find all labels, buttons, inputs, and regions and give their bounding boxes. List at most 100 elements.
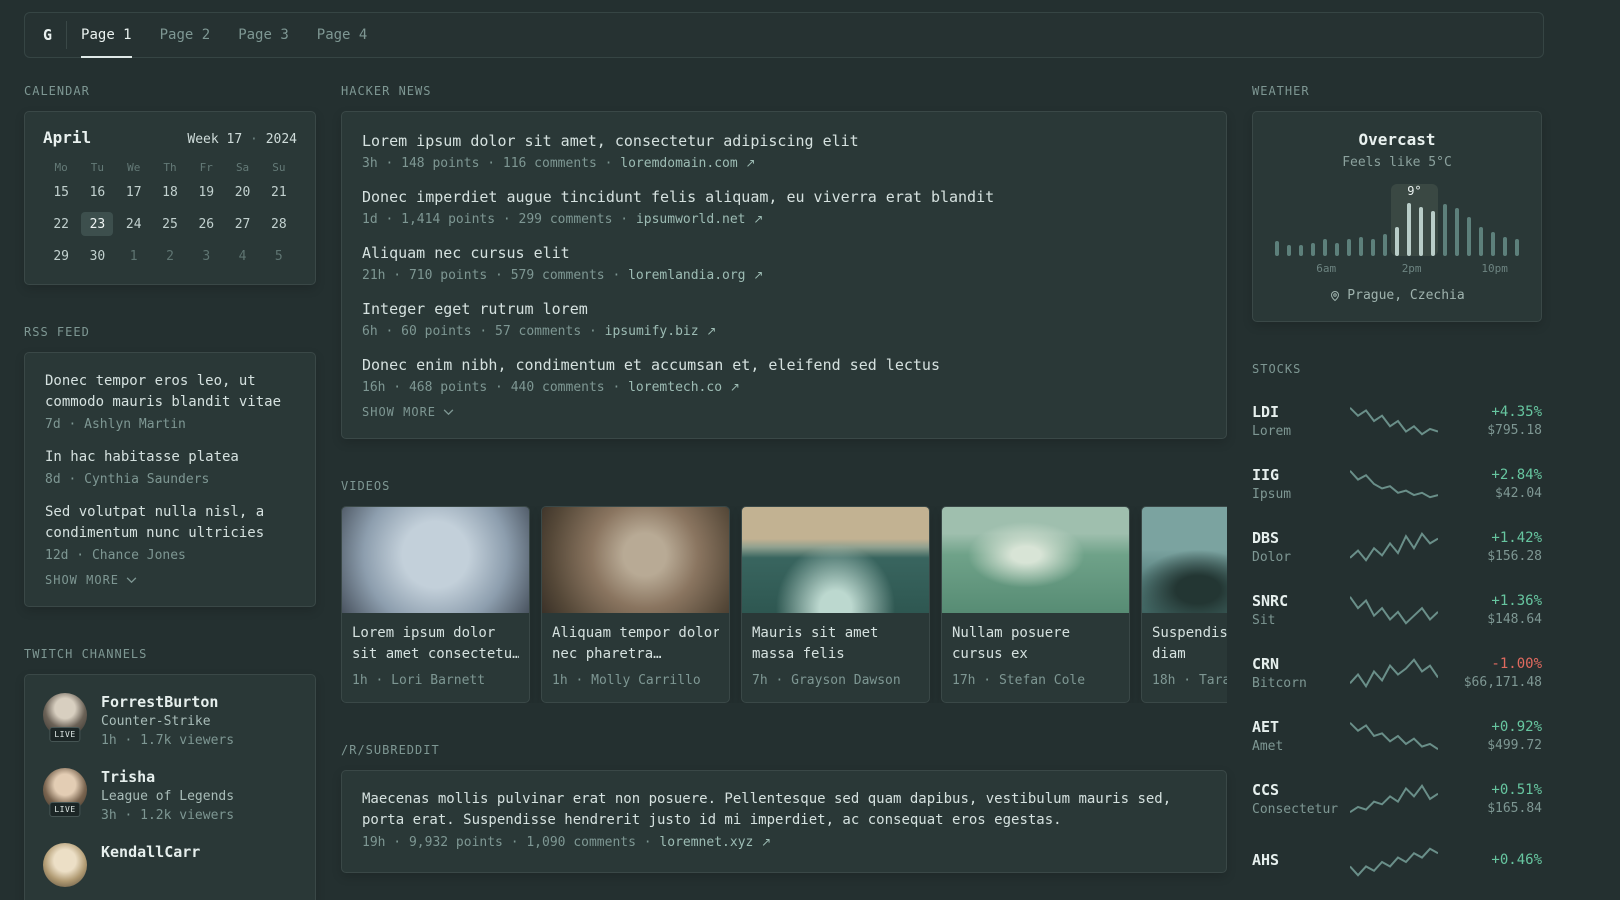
- hn-item[interactable]: Integer eget rutrum lorem 6h · 60 points…: [362, 298, 1206, 339]
- video-title[interactable]: Mauris sit amet massa felis: [742, 613, 929, 665]
- weather-peak-temp: 9°: [1407, 184, 1422, 198]
- stock-row[interactable]: LDI Lorem +4.35% $795.18: [1252, 389, 1542, 452]
- rss-item[interactable]: In hac habitasse platea 8d · Cynthia Sau…: [45, 447, 295, 487]
- hn-item-link[interactable]: ipsumworld.net ↗: [636, 212, 763, 227]
- hn-item-link[interactable]: loremdomain.com ↗: [620, 156, 755, 171]
- hn-item-title[interactable]: Integer eget rutrum lorem: [362, 298, 1206, 320]
- twitch-channel-category[interactable]: Counter-Strike: [101, 714, 234, 729]
- video-title[interactable]: Suspendissediam: [1142, 613, 1227, 665]
- stock-symbol[interactable]: IIG: [1252, 466, 1350, 484]
- avatar[interactable]: LIVE: [43, 768, 87, 817]
- stock-row[interactable]: IIG Ipsum +2.84% $42.04: [1252, 452, 1542, 515]
- weather-card: Overcast Feels like 5°C 9° 6am 2pm 10pm: [1252, 111, 1542, 322]
- calendar-day: 21: [271, 184, 287, 200]
- subreddit-post-title[interactable]: Maecenas mollis pulvinar erat non posuer…: [362, 789, 1206, 831]
- stock-symbol[interactable]: DBS: [1252, 529, 1350, 547]
- twitch-channel-meta: 1h · 1.7k viewers: [101, 733, 235, 748]
- stock-row[interactable]: SNRC Sit +1.36% $148.64: [1252, 578, 1542, 641]
- weather-bar: [1407, 203, 1411, 256]
- calendar-day: 30: [89, 248, 106, 264]
- stock-symbol[interactable]: CRN: [1252, 655, 1350, 673]
- weather-axis-label: 6am: [1316, 262, 1337, 275]
- hn-item-link[interactable]: loremtech.co ↗: [628, 380, 740, 395]
- video-card[interactable]: Aliquam tempor dolor nec pharetra… 1h · M…: [541, 506, 730, 703]
- avatar[interactable]: [43, 843, 87, 887]
- tab-page-1[interactable]: Page 1: [81, 13, 132, 58]
- videos-scroller[interactable]: Lorem ipsum dolor sit amet consectetu… 1h…: [341, 506, 1227, 703]
- subreddit-post-link[interactable]: loremnet.xyz ↗: [659, 835, 771, 850]
- video-title[interactable]: Lorem ipsum dolor sit amet consectetu…: [342, 613, 529, 665]
- video-thumbnail[interactable]: [942, 507, 1129, 613]
- hn-item[interactable]: Aliquam nec cursus elit 21h · 710 points…: [362, 242, 1206, 283]
- twitch-card: LIVE ForrestBurton Counter-Strike 1h · 1…: [24, 674, 316, 900]
- twitch-channel-name[interactable]: KendallCarr: [101, 843, 200, 861]
- rss-item-title[interactable]: Sed volutpat nulla nisl, a condimentum n…: [45, 502, 295, 544]
- hn-item-link[interactable]: ipsumify.biz ↗: [605, 324, 717, 339]
- video-thumbnail[interactable]: [542, 507, 729, 613]
- twitch-channel-name[interactable]: ForrestBurton: [101, 693, 234, 711]
- stock-row[interactable]: CCS Consectetur +0.51% $165.84: [1252, 767, 1542, 830]
- stock-symbol[interactable]: AET: [1252, 718, 1350, 736]
- hn-item[interactable]: Donec enim nibh, condimentum et accumsan…: [362, 354, 1206, 395]
- hn-show-more-button[interactable]: SHOW MORE: [362, 405, 454, 419]
- video-thumbnail[interactable]: [342, 507, 529, 613]
- calendar-day: 28: [271, 216, 287, 232]
- twitch-channel[interactable]: LIVE Trisha League of Legends 3h · 1.2k …: [43, 768, 297, 823]
- rss-item[interactable]: Donec tempor eros leo, ut commodo mauris…: [45, 371, 295, 432]
- hn-item[interactable]: Lorem ipsum dolor sit amet, consectetur …: [362, 130, 1206, 171]
- video-thumbnail[interactable]: [1142, 507, 1227, 613]
- rss-item-title[interactable]: Donec tempor eros leo, ut commodo mauris…: [45, 371, 295, 413]
- app-logo[interactable]: G: [39, 13, 66, 57]
- weather-bar: [1371, 239, 1375, 256]
- rss-item-title[interactable]: In hac habitasse platea: [45, 447, 295, 468]
- twitch-channel-info: ForrestBurton Counter-Strike 1h · 1.7k v…: [101, 693, 234, 748]
- stock-name: Bitcorn: [1252, 675, 1307, 691]
- hn-item-title[interactable]: Aliquam nec cursus elit: [362, 242, 1206, 264]
- stock-row[interactable]: AHS +0.46%: [1252, 830, 1542, 893]
- hn-item-link[interactable]: loremlandia.org ↗: [628, 268, 763, 283]
- stock-symbol[interactable]: CCS: [1252, 781, 1350, 799]
- subreddit-post[interactable]: Maecenas mollis pulvinar erat non posuer…: [362, 789, 1206, 850]
- twitch-channel[interactable]: LIVE ForrestBurton Counter-Strike 1h · 1…: [43, 693, 297, 748]
- tab-page-2[interactable]: Page 2: [160, 13, 211, 58]
- chevron-down-icon: [126, 576, 137, 583]
- tab-page-3[interactable]: Page 3: [238, 13, 289, 58]
- tab-page-4[interactable]: Page 4: [317, 13, 368, 58]
- weather-bar: [1443, 204, 1447, 256]
- video-card[interactable]: Suspendissediam 18h · Tara: [1141, 506, 1227, 703]
- twitch-channel-name[interactable]: Trisha: [101, 768, 234, 786]
- hn-item-title[interactable]: Donec enim nibh, condimentum et accumsan…: [362, 354, 1206, 376]
- video-meta: 7h · Grayson Dawson: [752, 673, 901, 688]
- calendar-month: April: [43, 128, 92, 147]
- stock-symbol[interactable]: LDI: [1252, 403, 1350, 421]
- rss-item[interactable]: Sed volutpat nulla nisl, a condimentum n…: [45, 502, 295, 563]
- video-title[interactable]: Nullam posuere cursus ex: [942, 613, 1129, 665]
- rss-show-more-button[interactable]: SHOW MORE: [45, 573, 137, 587]
- stock-symbol[interactable]: SNRC: [1252, 592, 1350, 610]
- twitch-channel-info: KendallCarr: [101, 843, 200, 887]
- weather-axis: 6am 2pm 10pm: [1275, 262, 1519, 276]
- weather-bar: [1515, 239, 1519, 256]
- avatar[interactable]: LIVE: [43, 693, 87, 742]
- external-link-icon: ↗: [745, 156, 756, 170]
- calendar-week-year: Week 17 · 2024: [187, 132, 297, 147]
- hn-item-title[interactable]: Donec imperdiet augue tincidunt felis al…: [362, 186, 1206, 208]
- stock-row[interactable]: AET Amet +0.92% $499.72: [1252, 704, 1542, 767]
- stock-row[interactable]: CRN Bitcorn -1.00% $66,171.48: [1252, 641, 1542, 704]
- stock-name: Dolor: [1252, 549, 1292, 565]
- twitch-channel[interactable]: KendallCarr: [43, 843, 297, 887]
- hn-item-title[interactable]: Lorem ipsum dolor sit amet, consectetur …: [362, 130, 1206, 152]
- video-card[interactable]: Lorem ipsum dolor sit amet consectetu… 1h…: [341, 506, 530, 703]
- stock-symbol[interactable]: AHS: [1252, 851, 1350, 869]
- hn-item-meta: 1d · 1,414 points · 299 comments · ipsum…: [362, 212, 764, 227]
- hn-item[interactable]: Donec imperdiet augue tincidunt felis al…: [362, 186, 1206, 227]
- calendar-day: 18: [162, 184, 178, 200]
- video-card[interactable]: Nullam posuere cursus ex 17h · Stefan Col…: [941, 506, 1130, 703]
- stock-row[interactable]: DBS Dolor +1.42% $156.28: [1252, 515, 1542, 578]
- twitch-channel-category[interactable]: League of Legends: [101, 789, 234, 804]
- chevron-down-icon: [443, 408, 454, 415]
- video-thumbnail[interactable]: [742, 507, 929, 613]
- video-card[interactable]: Mauris sit amet massa felis 7h · Grayson …: [741, 506, 930, 703]
- video-title[interactable]: Aliquam tempor dolor nec pharetra…: [542, 613, 729, 665]
- stock-name: Ipsum: [1252, 486, 1292, 502]
